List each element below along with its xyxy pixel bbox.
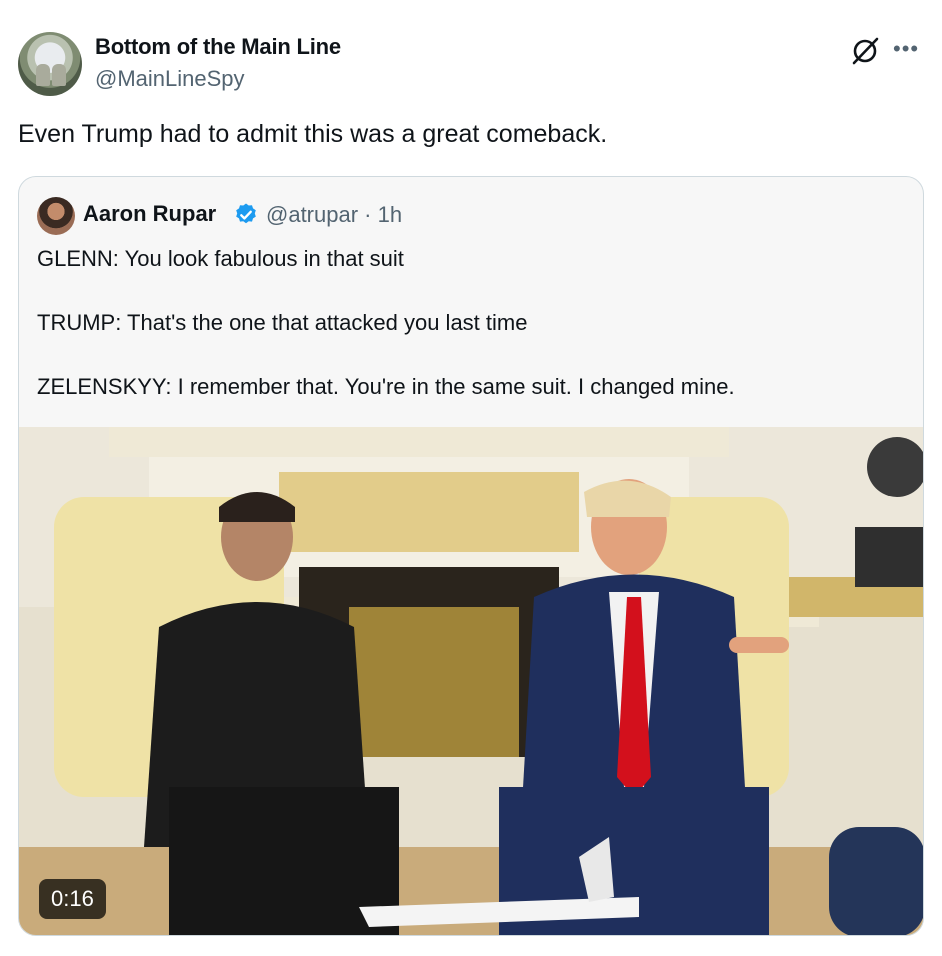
quoted-line: GLENN: You look fabulous in that suit xyxy=(37,246,404,271)
quoted-line: ZELENSKYY: I remember that. You're in th… xyxy=(37,374,735,399)
video-duration: 0:16 xyxy=(39,879,106,919)
quoted-text: GLENN: You look fabulous in that suit TR… xyxy=(37,243,735,435)
verified-badge-icon xyxy=(236,203,256,224)
author-handle[interactable]: @MainLineSpy xyxy=(95,66,245,92)
video-player[interactable]: 0:16 xyxy=(19,427,923,935)
quoted-author-display-name[interactable]: Aaron Rupar xyxy=(83,201,216,227)
quoted-post[interactable]: Aaron Rupar @atrupar · 1h GLENN: You loo… xyxy=(18,176,924,936)
quoted-author-avatar[interactable] xyxy=(37,197,75,235)
author-display-name[interactable]: Bottom of the Main Line xyxy=(95,34,341,60)
quoted-line: TRUMP: That's the one that attacked you … xyxy=(37,310,528,335)
post-text: Even Trump had to admit this was a great… xyxy=(18,120,608,148)
grok-icon[interactable] xyxy=(848,34,882,68)
more-icon[interactable]: ••• xyxy=(893,34,927,64)
video-thumbnail xyxy=(19,427,923,935)
author-avatar[interactable] xyxy=(18,32,82,96)
quoted-handle-and-time[interactable]: @atrupar · 1h xyxy=(266,202,402,228)
